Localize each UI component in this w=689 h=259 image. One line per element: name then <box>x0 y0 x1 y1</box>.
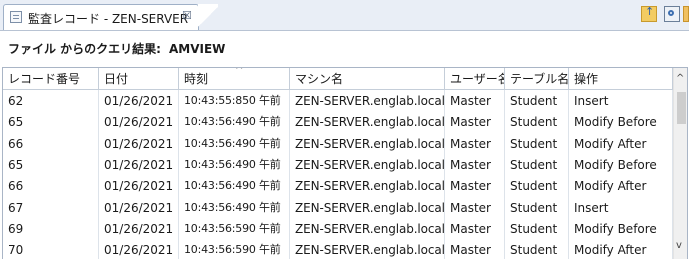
sort-ascending-icon: ^ <box>235 67 244 76</box>
cell-user-name: Master <box>445 217 505 240</box>
cell-machine-name: ZEN-SERVER.englab.local <box>290 196 445 219</box>
cell-table-name: Student <box>505 217 569 240</box>
cell-time: 10:43:56:490 午前 <box>179 111 290 134</box>
up-folder-icon[interactable] <box>641 5 657 22</box>
scroll-down-icon[interactable]: v <box>676 240 682 251</box>
cell-record-number: 70 <box>3 239 99 259</box>
query-label: ファイル からのクエリ結果: <box>8 42 161 56</box>
column-header-table-name[interactable]: テーブル名 <box>505 68 569 90</box>
cell-operation: Insert <box>569 90 673 112</box>
cell-operation: Modify Before <box>569 153 673 176</box>
cell-date: 01/26/2021 <box>99 175 179 198</box>
find-icon[interactable] <box>664 6 680 22</box>
cell-time: 10:43:56:490 午前 <box>179 132 290 155</box>
cell-date: 01/26/2021 <box>99 90 179 112</box>
table-header: レコード番号 日付 時刻 マシン名 ユーザー名 テーブル名 操作 ^ <box>3 68 673 90</box>
tab-title: 監査レコード - ZEN-SERVER <box>28 12 189 26</box>
cell-date: 01/26/2021 <box>99 111 179 134</box>
cell-machine-name: ZEN-SERVER.englab.local <box>290 217 445 240</box>
cell-record-number: 67 <box>3 196 99 219</box>
cell-record-number: 65 <box>3 111 99 134</box>
table-row[interactable]: 66 01/26/2021 10:43:56:490 午前 ZEN-SERVER.en… <box>3 132 673 155</box>
tab-edge <box>198 4 218 30</box>
close-icon[interactable]: ☒ <box>182 9 192 22</box>
cell-table-name: Student <box>505 239 569 259</box>
column-header-record-number[interactable]: レコード番号 <box>3 68 99 90</box>
table-row[interactable]: 65 01/26/2021 10:43:56:490 午前 ZEN-SERVER.en… <box>3 111 673 134</box>
tab-audit-records[interactable]: 監査レコード - ZEN-SERVER ☒ <box>3 4 199 30</box>
cell-table-name: Student <box>505 153 569 176</box>
cell-machine-name: ZEN-SERVER.englab.local <box>290 90 445 112</box>
scroll-up-icon[interactable]: ^ <box>676 73 684 84</box>
cell-time: 10:43:56:490 午前 <box>179 175 290 198</box>
cell-user-name: Master <box>445 132 505 155</box>
cell-operation: Modify Before <box>569 111 673 134</box>
column-header-machine-name[interactable]: マシン名 <box>290 68 445 90</box>
cell-date: 01/26/2021 <box>99 217 179 240</box>
editor-tab-bar: 監査レコード - ZEN-SERVER ☒ <box>0 0 689 31</box>
cell-table-name: Student <box>505 111 569 134</box>
table-row[interactable]: 62 01/26/2021 10:43:55:850 午前 ZEN-SERVER.en… <box>3 90 673 112</box>
column-header-date[interactable]: 日付 <box>99 68 179 90</box>
cell-record-number: 62 <box>3 90 99 112</box>
query-source: AMVIEW <box>168 42 226 56</box>
cell-machine-name: ZEN-SERVER.englab.local <box>290 132 445 155</box>
cell-user-name: Master <box>445 175 505 198</box>
audit-table: レコード番号 日付 時刻 マシン名 ユーザー名 テーブル名 操作 ^ 62 01/… <box>2 67 688 259</box>
cell-machine-name: ZEN-SERVER.englab.local <box>290 175 445 198</box>
cell-operation: Modify After <box>569 239 673 259</box>
table-row[interactable]: 70 01/26/2021 10:43:56:590 午前 ZEN-SERVER.en… <box>3 239 673 259</box>
cell-time: 10:43:56:590 午前 <box>179 217 290 240</box>
cell-operation: Modify Before <box>569 217 673 240</box>
cell-date: 01/26/2021 <box>99 196 179 219</box>
cell-machine-name: ZEN-SERVER.englab.local <box>290 153 445 176</box>
table-row[interactable]: 69 01/26/2021 10:43:56:590 午前 ZEN-SERVER.en… <box>3 217 673 240</box>
cell-date: 01/26/2021 <box>99 132 179 155</box>
cell-time: 10:43:56:590 午前 <box>179 239 290 259</box>
column-header-user-name[interactable]: ユーザー名 <box>445 68 505 90</box>
cell-table-name: Student <box>505 196 569 219</box>
query-result-heading: ファイル からのクエリ結果: AMVIEW <box>8 40 225 57</box>
cell-operation: Modify After <box>569 175 673 198</box>
cell-record-number: 69 <box>3 217 99 240</box>
cell-user-name: Master <box>445 196 505 219</box>
cell-date: 01/26/2021 <box>99 239 179 259</box>
cell-time: 10:43:56:490 午前 <box>179 153 290 176</box>
cell-table-name: Student <box>505 90 569 112</box>
cell-record-number: 66 <box>3 175 99 198</box>
cell-user-name: Master <box>445 239 505 259</box>
table-row[interactable]: 66 01/26/2021 10:43:56:490 午前 ZEN-SERVER.en… <box>3 175 673 198</box>
grid-view-icon[interactable] <box>683 6 689 22</box>
table-view-icon <box>10 11 22 23</box>
vertical-scrollbar[interactable]: ^ v <box>673 68 687 259</box>
cell-table-name: Student <box>505 132 569 155</box>
cell-record-number: 65 <box>3 153 99 176</box>
column-header-operation[interactable]: 操作 <box>569 68 673 90</box>
scroll-thumb[interactable] <box>677 92 686 124</box>
cell-user-name: Master <box>445 111 505 134</box>
cell-machine-name: ZEN-SERVER.englab.local <box>290 111 445 134</box>
cell-record-number: 66 <box>3 132 99 155</box>
cell-operation: Insert <box>569 196 673 219</box>
cell-user-name: Master <box>445 153 505 176</box>
cell-date: 01/26/2021 <box>99 153 179 176</box>
table-row[interactable]: 67 01/26/2021 10:43:56:490 午前 ZEN-SERVER.en… <box>3 196 673 219</box>
cell-time: 10:43:56:490 午前 <box>179 196 290 219</box>
cell-operation: Modify After <box>569 132 673 155</box>
cell-machine-name: ZEN-SERVER.englab.local <box>290 239 445 259</box>
table-row[interactable]: 65 01/26/2021 10:43:56:490 午前 ZEN-SERVER.en… <box>3 153 673 176</box>
cell-user-name: Master <box>445 90 505 112</box>
cell-table-name: Student <box>505 175 569 198</box>
cell-time: 10:43:55:850 午前 <box>179 90 290 112</box>
